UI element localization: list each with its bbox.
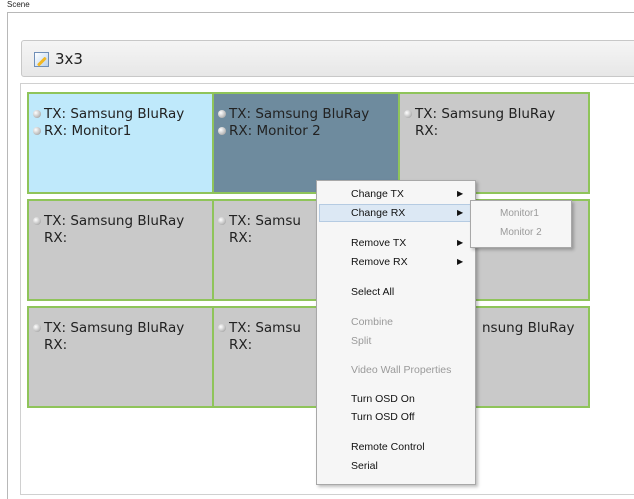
tx-status-icon <box>33 217 41 225</box>
tx-status-icon <box>218 110 226 118</box>
cell-tx-label: TX: Samsu <box>229 213 301 229</box>
cell-tx-label: TX: Samsung BluRay <box>44 106 185 122</box>
submenu-arrow-icon: ▶ <box>457 238 464 247</box>
menu-turn-osd-off[interactable]: Turn OSD Off <box>351 411 415 423</box>
change-rx-submenu: Monitor1 Monitor 2 <box>470 200 572 248</box>
cell-tx-label: TX: Samsung BluRay <box>229 106 370 122</box>
submenu-monitor2[interactable]: Monitor 2 <box>500 227 542 238</box>
cell-rx-label: RX: <box>229 230 253 246</box>
menu-turn-osd-on[interactable]: Turn OSD On <box>351 393 415 405</box>
cell-rx-label: RX: <box>415 123 439 139</box>
cell-rx-label: RX: Monitor1 <box>44 123 132 139</box>
menu-remote-control[interactable]: Remote Control <box>351 441 425 453</box>
menu-select-all[interactable]: Select All <box>351 286 394 298</box>
wall-cell-4[interactable]: TX: Samsung BluRay RX: <box>27 199 219 301</box>
tx-status-icon <box>33 110 41 118</box>
rx-status-icon <box>33 127 41 135</box>
submenu-arrow-icon: ▶ <box>457 189 464 198</box>
edit-layout-icon[interactable] <box>34 52 49 67</box>
layout-name: 3x3 <box>55 50 83 68</box>
menu-change-rx[interactable]: Change RX <box>351 207 405 219</box>
cell-context-menu: Change TX ▶ Change RX ▶ Remove TX ▶ Remo… <box>316 180 476 485</box>
wall-cell-1[interactable]: TX: Samsung BluRay RX: Monitor1 <box>27 92 219 194</box>
cell-rx-label: RX: <box>229 337 253 353</box>
submenu-monitor1[interactable]: Monitor1 <box>500 208 539 219</box>
cell-tx-label: TX: Samsu <box>229 320 301 336</box>
cell-tx-label: nsung BluRay <box>482 320 575 336</box>
wall-cell-7[interactable]: TX: Samsung BluRay RX: <box>27 306 219 408</box>
cell-rx-label: RX: Monitor 2 <box>229 123 321 139</box>
submenu-arrow-icon: ▶ <box>457 208 464 217</box>
tx-status-icon <box>404 110 412 118</box>
cell-rx-label: RX: <box>44 337 68 353</box>
menu-video-wall-properties[interactable]: Video Wall Properties <box>351 364 451 376</box>
menu-split[interactable]: Split <box>351 335 371 347</box>
wall-cell-2[interactable]: TX: Samsung BluRay RX: Monitor 2 <box>212 92 404 194</box>
rx-status-icon <box>218 127 226 135</box>
menu-serial[interactable]: Serial <box>351 460 378 472</box>
cell-tx-label: TX: Samsung BluRay <box>44 320 185 336</box>
tx-status-icon <box>218 217 226 225</box>
cell-tx-label: TX: Samsung BluRay <box>44 213 185 229</box>
menu-remove-tx[interactable]: Remove TX <box>351 237 406 249</box>
scene-title: Scene <box>7 0 30 9</box>
menu-remove-rx[interactable]: Remove RX <box>351 256 408 268</box>
submenu-arrow-icon: ▶ <box>457 257 464 266</box>
tx-status-icon <box>33 324 41 332</box>
menu-change-tx[interactable]: Change TX <box>351 188 404 200</box>
menu-combine[interactable]: Combine <box>351 316 393 328</box>
tx-status-icon <box>218 324 226 332</box>
layout-header[interactable]: 3x3 <box>21 40 634 77</box>
cell-rx-label: RX: <box>44 230 68 246</box>
wall-cell-3[interactable]: TX: Samsung BluRay RX: <box>398 92 590 194</box>
cell-tx-label: TX: Samsung BluRay <box>415 106 556 122</box>
